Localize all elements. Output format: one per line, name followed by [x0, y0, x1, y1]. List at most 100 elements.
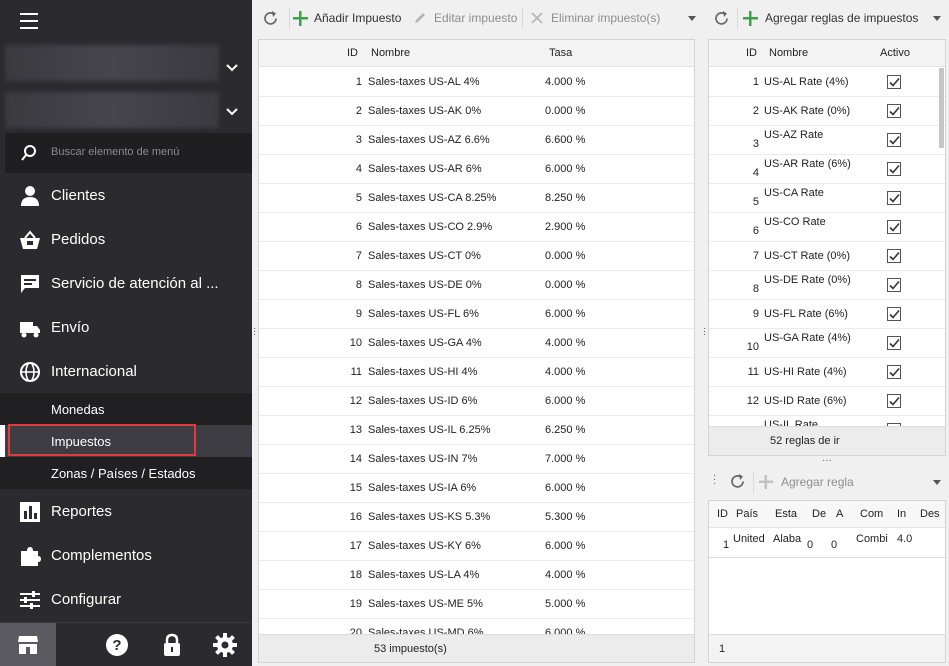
active-checkbox[interactable]: [887, 133, 901, 147]
table-row[interactable]: 3 Sales-taxes US-AZ 6.6% 6.600 %: [259, 126, 694, 155]
nav-label: Internacional: [51, 363, 137, 380]
sub-item-monedas[interactable]: Monedas: [0, 393, 252, 425]
nav-item-complementos[interactable]: Complementos: [0, 534, 252, 578]
table-row[interactable]: 13 Sales-taxes US-IL 6.25% 6.250 %: [259, 416, 694, 445]
active-checkbox[interactable]: [887, 104, 901, 118]
table-row[interactable]: 1 Sales-taxes US-AL 4% 4.000 %: [259, 68, 694, 97]
chevron-down-icon[interactable]: [226, 106, 238, 118]
col-header[interactable]: In: [897, 508, 906, 520]
table-row[interactable]: 14 Sales-taxes US-IN 7% 7.000 %: [259, 445, 694, 474]
table-row[interactable]: 4 Sales-taxes US-AR 6% 6.000 %: [259, 155, 694, 184]
col-header[interactable]: De: [812, 508, 826, 520]
col-header[interactable]: A: [836, 508, 843, 520]
table-row[interactable]: 7 Sales-taxes US-CT 0% 0.000 %: [259, 242, 694, 271]
add-rule-button[interactable]: Agregar regla: [781, 475, 854, 489]
table-row[interactable]: 6 Sales-taxes US-CO 2.9% 2.900 %: [259, 213, 694, 242]
col-name-header[interactable]: Nombre: [769, 47, 808, 59]
edit-tax-button[interactable]: Editar impuesto: [434, 11, 517, 25]
table-row[interactable]: 11 Sales-taxes US-HI 4% 4.000 %: [259, 358, 694, 387]
active-checkbox[interactable]: [887, 162, 901, 176]
account-selector-blurred[interactable]: [5, 45, 219, 81]
col-header[interactable]: País: [736, 508, 758, 520]
table-row[interactable]: 5 Sales-taxes US-CA 8.25% 8.250 %: [259, 184, 694, 213]
help-icon[interactable]: ?: [105, 633, 129, 657]
delete-tax-button[interactable]: Eliminar impuesto(s): [551, 11, 660, 25]
active-checkbox[interactable]: [887, 278, 901, 292]
table-row[interactable]: 8 US-DE Rate (0%): [709, 271, 945, 300]
table-row[interactable]: 16 Sales-taxes US-KS 5.3% 5.300 %: [259, 503, 694, 532]
table-row[interactable]: 1 US-AL Rate (4%): [709, 68, 945, 97]
nav-item-clientes[interactable]: Clientes: [0, 174, 252, 218]
table-row[interactable]: 11 US-HI Rate (4%): [709, 358, 945, 387]
dropdown-arrow-icon[interactable]: [933, 16, 941, 21]
col-header[interactable]: Des: [920, 508, 940, 520]
chevron-down-icon[interactable]: [226, 62, 238, 74]
table-row[interactable]: 5 US-CA Rate: [709, 184, 945, 213]
scrollbar-thumb[interactable]: [939, 68, 944, 148]
sub-item-zonas[interactable]: Zonas / Países / Estados: [0, 457, 252, 489]
table-row[interactable]: 12 Sales-taxes US-ID 6% 6.000 %: [259, 387, 694, 416]
col-header[interactable]: Com: [860, 508, 883, 520]
refresh-icon[interactable]: [729, 473, 746, 490]
table-row[interactable]: 2 US-AK Rate (0%): [709, 97, 945, 126]
nav-item-pedidos[interactable]: Pedidos: [0, 218, 252, 262]
highlight-box: [8, 424, 196, 456]
refresh-icon[interactable]: [262, 10, 279, 27]
dropdown-arrow-icon[interactable]: [688, 16, 696, 21]
table-row[interactable]: 4 US-AR Rate (6%): [709, 155, 945, 184]
col-rate-header[interactable]: Tasa: [549, 47, 572, 59]
col-header[interactable]: Esta: [775, 508, 797, 520]
nav-item-envio[interactable]: Envío: [0, 306, 252, 350]
add-tax-rules-button[interactable]: Agregar reglas de impuestos: [765, 11, 918, 25]
table-row[interactable]: 10 Sales-taxes US-GA 4% 4.000 %: [259, 329, 694, 358]
dropdown-arrow-icon[interactable]: [933, 480, 941, 485]
active-checkbox[interactable]: [887, 191, 901, 205]
cell-name: US-DE Rate (0%): [764, 274, 851, 286]
table-row[interactable]: 18 Sales-taxes US-LA 4% 4.000 %: [259, 561, 694, 590]
store-button[interactable]: [0, 623, 56, 666]
nav-item-servicio[interactable]: Servicio de atención al ...: [0, 262, 252, 306]
nav-item-configurar[interactable]: Configurar: [0, 578, 252, 622]
active-checkbox[interactable]: [887, 394, 901, 408]
table-row[interactable]: 7 US-CT Rate (0%): [709, 242, 945, 271]
table-row[interactable]: 8 Sales-taxes US-DE 0% 0.000 %: [259, 271, 694, 300]
table-row[interactable]: 6 US-CO Rate: [709, 213, 945, 242]
col-id-header[interactable]: ID: [347, 47, 358, 59]
cell-name: US-HI Rate (4%): [764, 366, 847, 378]
table-row[interactable]: 19 Sales-taxes US-ME 5% 5.000 %: [259, 590, 694, 619]
table-row[interactable]: 9 US-FL Rate (6%): [709, 300, 945, 329]
nav-item-reportes[interactable]: Reportes: [0, 490, 252, 534]
hamburger-menu-icon[interactable]: [20, 13, 38, 29]
active-checkbox[interactable]: [887, 365, 901, 379]
col-header[interactable]: ID: [717, 508, 728, 520]
cell: 1: [723, 539, 730, 551]
active-checkbox[interactable]: [887, 336, 901, 350]
col-name-header[interactable]: Nombre: [371, 47, 410, 59]
gear-icon[interactable]: [213, 633, 237, 657]
table-row[interactable]: 9 Sales-taxes US-FL 6% 6.000 %: [259, 300, 694, 329]
table-row[interactable]: 15 Sales-taxes US-IA 6% 6.000 %: [259, 474, 694, 503]
table-row[interactable]: 10 US-GA Rate (4%): [709, 329, 945, 358]
nav-item-internacional[interactable]: Internacional: [0, 350, 252, 394]
cell: 4.0: [897, 533, 913, 545]
store-selector-blurred[interactable]: [5, 92, 219, 128]
active-checkbox[interactable]: [887, 249, 901, 263]
menu-search[interactable]: Buscar elemento de menú: [5, 133, 252, 173]
splitter-handle[interactable]: ···: [703, 324, 706, 340]
lock-icon[interactable]: [160, 633, 184, 657]
splitter-handle[interactable]: ···: [822, 455, 832, 466]
drag-handle-icon[interactable]: · · ·: [713, 471, 716, 489]
table-row[interactable]: 17 Sales-taxes US-KY 6% 6.000 %: [259, 532, 694, 561]
table-row[interactable]: 3 US-AZ Rate: [709, 126, 945, 155]
active-checkbox[interactable]: [887, 220, 901, 234]
active-checkbox[interactable]: [887, 307, 901, 321]
table-row[interactable]: 1 United Alaba 0 0 Combi 4.0: [709, 528, 945, 558]
add-tax-button[interactable]: Añadir Impuesto: [314, 11, 401, 25]
table-row[interactable]: 2 Sales-taxes US-AK 0% 0.000 %: [259, 97, 694, 126]
refresh-icon[interactable]: [713, 10, 730, 27]
splitter-handle[interactable]: ···: [253, 324, 256, 340]
col-id-header[interactable]: ID: [746, 47, 757, 59]
table-row[interactable]: 12 US-ID Rate (6%): [709, 387, 945, 416]
active-checkbox[interactable]: [887, 75, 901, 89]
col-active-header[interactable]: Activo: [880, 47, 910, 59]
